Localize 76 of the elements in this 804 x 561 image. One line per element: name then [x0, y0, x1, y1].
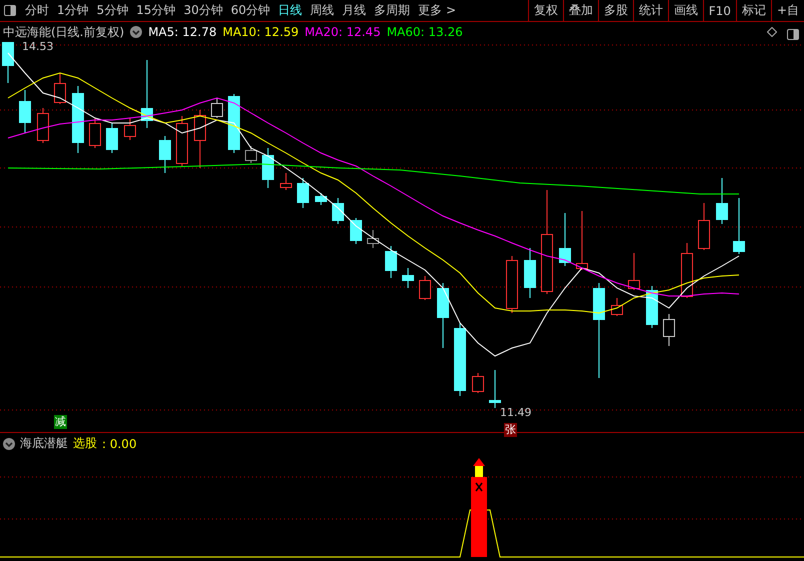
candlestick: [89, 118, 101, 148]
candlestick: [124, 118, 136, 140]
period-tab[interactable]: 多周期: [370, 0, 414, 21]
candlestick: [72, 86, 84, 154]
signal-marker: 减: [54, 415, 67, 429]
candlestick: [716, 178, 728, 224]
period-tab[interactable]: 30分钟: [180, 0, 227, 21]
signal-label: 选股: [73, 435, 97, 452]
toolbar-button[interactable]: 标记: [736, 0, 771, 21]
candlestick: [159, 136, 171, 174]
candlestick: [402, 268, 414, 288]
stock-title: 中远海能(日线.前复权): [3, 24, 124, 40]
candlestick: [506, 256, 518, 314]
toolbar-button[interactable]: 多股: [598, 0, 633, 21]
candlestick: [332, 198, 344, 224]
candlestick: [262, 148, 274, 188]
period-tab[interactable]: 1分钟: [53, 0, 93, 21]
low-price-label: 11.49: [500, 406, 532, 419]
toolbar-button[interactable]: 统计: [632, 0, 668, 21]
period-tab[interactable]: 5分钟: [92, 0, 132, 21]
period-tab[interactable]: 月线: [338, 0, 370, 21]
dropdown-icon[interactable]: [3, 438, 15, 450]
candlestick: [315, 192, 327, 206]
candlestick: [472, 372, 484, 394]
candlestick: [385, 246, 397, 278]
period-tab[interactable]: 15分钟: [132, 0, 180, 21]
ma-value: MA20: 12.45: [304, 25, 381, 39]
candlestick: [419, 276, 431, 300]
candlestick: [228, 94, 240, 154]
indicator-name: 海底潜艇: [20, 435, 68, 452]
dropdown-icon[interactable]: [130, 26, 142, 38]
candlestick: [646, 286, 658, 328]
candlestick: [524, 248, 536, 298]
high-price-label: 14.53: [22, 40, 54, 53]
period-tab[interactable]: 更多 >: [414, 0, 460, 21]
toolbar-button[interactable]: F10: [702, 0, 736, 21]
candlestick: [297, 178, 309, 208]
candlestick: [698, 202, 710, 250]
toolbar-button[interactable]: 复权: [528, 0, 563, 21]
period-tab[interactable]: 分时: [21, 0, 53, 21]
candlestick: [245, 146, 257, 164]
candlestick: [576, 210, 588, 270]
candlestick: [367, 230, 379, 248]
candlestick: [681, 242, 693, 298]
panel-toggle-icon[interactable]: [787, 29, 799, 40]
candlestick: [733, 198, 745, 254]
candlestick: [628, 252, 640, 290]
ma-value: MA5: 12.78: [148, 25, 217, 39]
period-tab[interactable]: 日线: [274, 0, 306, 21]
period-tab[interactable]: 周线: [306, 0, 338, 21]
candlestick: [54, 72, 66, 104]
candlestick: [350, 218, 362, 244]
candlestick: [37, 108, 49, 144]
candlestick: [611, 298, 623, 316]
candlestick: [2, 42, 14, 84]
candlestick: [211, 98, 223, 118]
toolbar-button[interactable]: 画线: [668, 0, 703, 21]
candlestick: [663, 314, 675, 346]
toolbar-button[interactable]: +自: [770, 0, 804, 21]
panel-toggle-icon[interactable]: [4, 5, 16, 16]
period-tab[interactable]: 60分钟: [226, 0, 274, 21]
candlestick: [280, 172, 292, 190]
signal-value: : 0.00: [102, 436, 137, 450]
candlestick: [19, 90, 31, 134]
candlestick: [141, 60, 153, 128]
candlestick: [194, 110, 206, 168]
candlestick: [559, 212, 571, 266]
ma-value: MA10: 12.59: [222, 25, 299, 39]
ma-value: MA60: 13.26: [386, 25, 463, 39]
toolbar-button[interactable]: 叠加: [562, 0, 598, 21]
signal-marker: 张: [504, 423, 517, 437]
candlestick: [176, 116, 188, 166]
candlestick: [437, 282, 449, 348]
candlestick: [489, 370, 501, 408]
diamond-icon[interactable]: [767, 27, 777, 37]
candlestick: [106, 122, 118, 154]
